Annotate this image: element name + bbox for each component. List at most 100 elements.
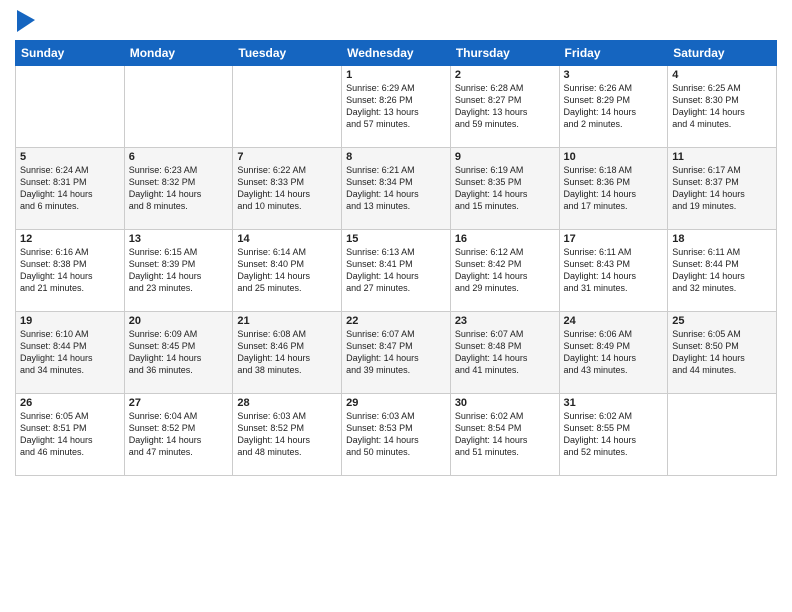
day-number: 16: [455, 233, 555, 245]
calendar-cell: 30Sunrise: 6:02 AMSunset: 8:54 PMDayligh…: [450, 394, 559, 476]
day-number: 7: [237, 151, 337, 163]
calendar-cell: 31Sunrise: 6:02 AMSunset: 8:55 PMDayligh…: [559, 394, 668, 476]
day-number: 14: [237, 233, 337, 245]
day-number: 25: [672, 315, 772, 327]
calendar-cell: 29Sunrise: 6:03 AMSunset: 8:53 PMDayligh…: [342, 394, 451, 476]
day-info: Sunrise: 6:11 AMSunset: 8:44 PMDaylight:…: [672, 246, 772, 295]
weekday-header: Thursday: [450, 41, 559, 66]
day-info: Sunrise: 6:23 AMSunset: 8:32 PMDaylight:…: [129, 164, 229, 213]
day-number: 31: [564, 397, 664, 409]
day-info: Sunrise: 6:14 AMSunset: 8:40 PMDaylight:…: [237, 246, 337, 295]
day-info: Sunrise: 6:15 AMSunset: 8:39 PMDaylight:…: [129, 246, 229, 295]
calendar-cell: 9Sunrise: 6:19 AMSunset: 8:35 PMDaylight…: [450, 148, 559, 230]
day-number: 21: [237, 315, 337, 327]
calendar-cell: [124, 66, 233, 148]
day-number: 20: [129, 315, 229, 327]
calendar-body: 1Sunrise: 6:29 AMSunset: 8:26 PMDaylight…: [16, 66, 777, 476]
calendar-cell: 11Sunrise: 6:17 AMSunset: 8:37 PMDayligh…: [668, 148, 777, 230]
day-number: 8: [346, 151, 446, 163]
day-info: Sunrise: 6:03 AMSunset: 8:52 PMDaylight:…: [237, 410, 337, 459]
day-number: 26: [20, 397, 120, 409]
day-number: 22: [346, 315, 446, 327]
day-info: Sunrise: 6:17 AMSunset: 8:37 PMDaylight:…: [672, 164, 772, 213]
day-info: Sunrise: 6:26 AMSunset: 8:29 PMDaylight:…: [564, 82, 664, 131]
day-info: Sunrise: 6:29 AMSunset: 8:26 PMDaylight:…: [346, 82, 446, 131]
day-info: Sunrise: 6:02 AMSunset: 8:55 PMDaylight:…: [564, 410, 664, 459]
calendar-table: SundayMondayTuesdayWednesdayThursdayFrid…: [15, 40, 777, 476]
weekday-header: Wednesday: [342, 41, 451, 66]
calendar-cell: [16, 66, 125, 148]
day-number: 15: [346, 233, 446, 245]
day-number: 5: [20, 151, 120, 163]
day-number: 13: [129, 233, 229, 245]
calendar-cell: 10Sunrise: 6:18 AMSunset: 8:36 PMDayligh…: [559, 148, 668, 230]
calendar-week-row: 12Sunrise: 6:16 AMSunset: 8:38 PMDayligh…: [16, 230, 777, 312]
calendar-cell: 24Sunrise: 6:06 AMSunset: 8:49 PMDayligh…: [559, 312, 668, 394]
calendar-cell: [233, 66, 342, 148]
day-number: 17: [564, 233, 664, 245]
day-info: Sunrise: 6:08 AMSunset: 8:46 PMDaylight:…: [237, 328, 337, 377]
calendar-cell: [668, 394, 777, 476]
day-info: Sunrise: 6:13 AMSunset: 8:41 PMDaylight:…: [346, 246, 446, 295]
day-info: Sunrise: 6:12 AMSunset: 8:42 PMDaylight:…: [455, 246, 555, 295]
day-number: 28: [237, 397, 337, 409]
day-number: 30: [455, 397, 555, 409]
calendar-cell: 6Sunrise: 6:23 AMSunset: 8:32 PMDaylight…: [124, 148, 233, 230]
day-info: Sunrise: 6:04 AMSunset: 8:52 PMDaylight:…: [129, 410, 229, 459]
day-info: Sunrise: 6:16 AMSunset: 8:38 PMDaylight:…: [20, 246, 120, 295]
calendar-page: SundayMondayTuesdayWednesdayThursdayFrid…: [0, 0, 792, 612]
calendar-week-row: 26Sunrise: 6:05 AMSunset: 8:51 PMDayligh…: [16, 394, 777, 476]
calendar-cell: 27Sunrise: 6:04 AMSunset: 8:52 PMDayligh…: [124, 394, 233, 476]
calendar-cell: 18Sunrise: 6:11 AMSunset: 8:44 PMDayligh…: [668, 230, 777, 312]
calendar-cell: 22Sunrise: 6:07 AMSunset: 8:47 PMDayligh…: [342, 312, 451, 394]
calendar-cell: 14Sunrise: 6:14 AMSunset: 8:40 PMDayligh…: [233, 230, 342, 312]
day-number: 29: [346, 397, 446, 409]
day-info: Sunrise: 6:02 AMSunset: 8:54 PMDaylight:…: [455, 410, 555, 459]
calendar-week-row: 5Sunrise: 6:24 AMSunset: 8:31 PMDaylight…: [16, 148, 777, 230]
day-number: 27: [129, 397, 229, 409]
day-number: 24: [564, 315, 664, 327]
day-info: Sunrise: 6:22 AMSunset: 8:33 PMDaylight:…: [237, 164, 337, 213]
calendar-cell: 13Sunrise: 6:15 AMSunset: 8:39 PMDayligh…: [124, 230, 233, 312]
calendar-cell: 28Sunrise: 6:03 AMSunset: 8:52 PMDayligh…: [233, 394, 342, 476]
calendar-cell: 19Sunrise: 6:10 AMSunset: 8:44 PMDayligh…: [16, 312, 125, 394]
day-info: Sunrise: 6:05 AMSunset: 8:50 PMDaylight:…: [672, 328, 772, 377]
day-info: Sunrise: 6:09 AMSunset: 8:45 PMDaylight:…: [129, 328, 229, 377]
logo: [15, 10, 35, 32]
day-info: Sunrise: 6:07 AMSunset: 8:47 PMDaylight:…: [346, 328, 446, 377]
page-header: [15, 10, 777, 32]
day-number: 2: [455, 69, 555, 81]
day-number: 9: [455, 151, 555, 163]
calendar-header-row: SundayMondayTuesdayWednesdayThursdayFrid…: [16, 41, 777, 66]
day-info: Sunrise: 6:24 AMSunset: 8:31 PMDaylight:…: [20, 164, 120, 213]
day-number: 3: [564, 69, 664, 81]
day-number: 19: [20, 315, 120, 327]
day-number: 10: [564, 151, 664, 163]
day-number: 11: [672, 151, 772, 163]
calendar-week-row: 19Sunrise: 6:10 AMSunset: 8:44 PMDayligh…: [16, 312, 777, 394]
calendar-cell: 2Sunrise: 6:28 AMSunset: 8:27 PMDaylight…: [450, 66, 559, 148]
day-info: Sunrise: 6:18 AMSunset: 8:36 PMDaylight:…: [564, 164, 664, 213]
weekday-header: Friday: [559, 41, 668, 66]
calendar-week-row: 1Sunrise: 6:29 AMSunset: 8:26 PMDaylight…: [16, 66, 777, 148]
day-info: Sunrise: 6:19 AMSunset: 8:35 PMDaylight:…: [455, 164, 555, 213]
day-info: Sunrise: 6:25 AMSunset: 8:30 PMDaylight:…: [672, 82, 772, 131]
weekday-header: Sunday: [16, 41, 125, 66]
day-info: Sunrise: 6:21 AMSunset: 8:34 PMDaylight:…: [346, 164, 446, 213]
day-number: 6: [129, 151, 229, 163]
day-number: 1: [346, 69, 446, 81]
calendar-cell: 23Sunrise: 6:07 AMSunset: 8:48 PMDayligh…: [450, 312, 559, 394]
calendar-cell: 26Sunrise: 6:05 AMSunset: 8:51 PMDayligh…: [16, 394, 125, 476]
calendar-cell: 4Sunrise: 6:25 AMSunset: 8:30 PMDaylight…: [668, 66, 777, 148]
day-number: 18: [672, 233, 772, 245]
day-number: 4: [672, 69, 772, 81]
calendar-cell: 25Sunrise: 6:05 AMSunset: 8:50 PMDayligh…: [668, 312, 777, 394]
day-info: Sunrise: 6:28 AMSunset: 8:27 PMDaylight:…: [455, 82, 555, 131]
calendar-cell: 12Sunrise: 6:16 AMSunset: 8:38 PMDayligh…: [16, 230, 125, 312]
calendar-cell: 1Sunrise: 6:29 AMSunset: 8:26 PMDaylight…: [342, 66, 451, 148]
calendar-cell: 21Sunrise: 6:08 AMSunset: 8:46 PMDayligh…: [233, 312, 342, 394]
day-info: Sunrise: 6:11 AMSunset: 8:43 PMDaylight:…: [564, 246, 664, 295]
day-number: 12: [20, 233, 120, 245]
weekday-header: Tuesday: [233, 41, 342, 66]
day-info: Sunrise: 6:10 AMSunset: 8:44 PMDaylight:…: [20, 328, 120, 377]
